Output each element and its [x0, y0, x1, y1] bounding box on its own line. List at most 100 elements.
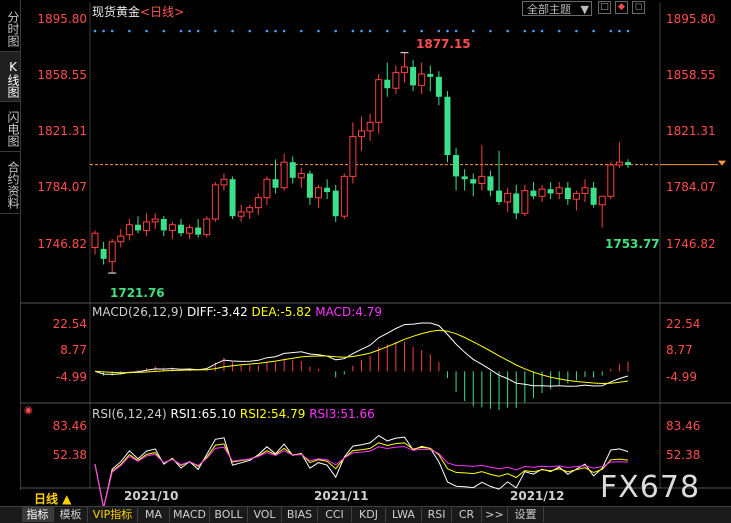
candle-body: [435, 76, 442, 97]
signal-dot: [188, 29, 191, 33]
macd-title: MACD(26,12,9) DIFF:-3.42 DEA:-5.82 MACD:…: [92, 305, 382, 319]
candlestick-series: [91, 52, 631, 274]
signal-dot: [575, 29, 578, 33]
signal-dot: [506, 29, 509, 33]
y-tick-right: 1784.07: [666, 180, 716, 194]
signal-dot: [403, 29, 406, 33]
candle-body: [151, 218, 159, 223]
rsi3-value: RSI3:51.66: [309, 407, 375, 421]
signal-dot: [145, 29, 148, 33]
candle-body: [160, 219, 167, 231]
signal-dot: [93, 29, 97, 33]
candle-body: [598, 195, 606, 206]
candle-body: [538, 188, 546, 197]
y-tick-left: 1821.31: [37, 124, 87, 138]
candle-body: [220, 178, 228, 186]
bottom-tab[interactable]: 模板: [54, 507, 88, 522]
candle-body: [168, 224, 176, 231]
candle-body: [470, 179, 477, 184]
y-tick-right: 1858.55: [666, 68, 716, 82]
signal-dot: [557, 29, 561, 33]
high-annotation: 1877.15: [416, 37, 471, 51]
current-price-marker-icon: [718, 160, 726, 166]
candle-body: [444, 96, 451, 156]
bottom-tab[interactable]: KDJ: [352, 507, 386, 522]
bottom-tab[interactable]: BOLL: [210, 507, 248, 522]
candle-body: [332, 190, 339, 217]
candle-body: [581, 187, 589, 194]
bottom-tab[interactable]: VIP指标: [88, 507, 138, 522]
bottom-tab[interactable]: MACD: [170, 507, 210, 522]
signal-dot: [618, 29, 621, 33]
macd-name: MACD(26,12,9): [92, 305, 184, 319]
rsi-name: RSI(6,12,24): [92, 407, 167, 421]
macd-y-tick-right: 22.54: [666, 317, 701, 331]
bottom-tab[interactable]: 指标: [22, 507, 54, 522]
bottom-tab[interactable]: RSI: [422, 507, 452, 522]
signal-dot: [592, 29, 595, 33]
candle-body: [254, 197, 262, 209]
candle-body: [375, 79, 383, 123]
bottom-tab[interactable]: CCI: [318, 507, 352, 522]
rsi-y-tick: 52.38: [52, 448, 87, 462]
signal-dot: [317, 29, 320, 33]
y-tick-right: 1821.31: [666, 124, 716, 138]
macd-diff: DIFF:-3.42: [186, 305, 248, 319]
candle-body: [108, 241, 116, 263]
signal-dot: [609, 29, 613, 33]
candle-body: [478, 175, 486, 184]
rsi1-value: RSI1:65.10: [170, 407, 237, 421]
signal-dot: [420, 29, 423, 33]
candle-body: [246, 207, 254, 213]
candle-body: [564, 187, 571, 200]
signal-dot: [385, 29, 389, 33]
candle-body: [229, 179, 236, 217]
bottom-tab[interactable]: LWA: [386, 507, 422, 522]
period-toggle[interactable]: 日线 ▲: [34, 490, 71, 507]
rsi2-value: RSI2:54.79: [239, 407, 306, 421]
x-date-label: 2021/11: [314, 489, 369, 503]
macd-y-tick: -4.99: [55, 370, 87, 384]
candle-body: [392, 72, 400, 89]
rsi-title: RSI(6,12,24) RSI1:65.10 RSI2:54.79 RSI3:…: [92, 407, 375, 421]
bottom-tab[interactable]: MA: [138, 507, 170, 522]
candle-body: [400, 66, 408, 74]
candle-body: [272, 179, 279, 188]
candle-body: [237, 211, 245, 217]
candle-body: [280, 161, 288, 189]
bottom-tab[interactable]: CR: [452, 507, 482, 522]
signal-dot: [523, 29, 527, 33]
macd-y-tick: 8.77: [60, 343, 87, 357]
candle-body: [143, 221, 151, 231]
bottom-tab[interactable]: 设置: [508, 507, 544, 522]
y-tick-left: 1746.82: [37, 237, 87, 251]
rsi-y-tick-right: 52.38: [666, 448, 701, 462]
x-date-label: 2021/12: [510, 489, 565, 503]
signal-dot: [110, 29, 114, 33]
rsi-y-tick-right: 83.46: [666, 419, 701, 433]
candle-body: [513, 193, 520, 214]
signal-dot: [196, 29, 200, 33]
macd-dea-line: [94, 329, 629, 385]
settings-dot-icon[interactable]: ◉: [24, 405, 33, 416]
candle-body: [607, 164, 615, 197]
candle-body: [418, 73, 426, 86]
candle-body: [297, 173, 305, 179]
bottom-tab[interactable]: >>: [482, 507, 508, 522]
low-annotation: 1721.76: [110, 286, 165, 300]
signal-dot: [231, 29, 234, 33]
candle-body: [211, 184, 219, 220]
candle-body: [263, 178, 271, 199]
candle-body: [384, 79, 391, 89]
bottom-tab[interactable]: BIAS: [282, 507, 318, 522]
candle-body: [504, 192, 512, 203]
macd-y-tick: 22.54: [52, 317, 87, 331]
candle-body: [547, 189, 554, 194]
signal-dot: [351, 29, 355, 33]
candle-body: [625, 162, 631, 166]
candle-body: [100, 248, 107, 259]
bottom-tab[interactable]: VOL: [248, 507, 282, 522]
signal-dot: [300, 29, 303, 33]
signal-dot: [471, 29, 475, 33]
candle-body: [125, 224, 133, 236]
